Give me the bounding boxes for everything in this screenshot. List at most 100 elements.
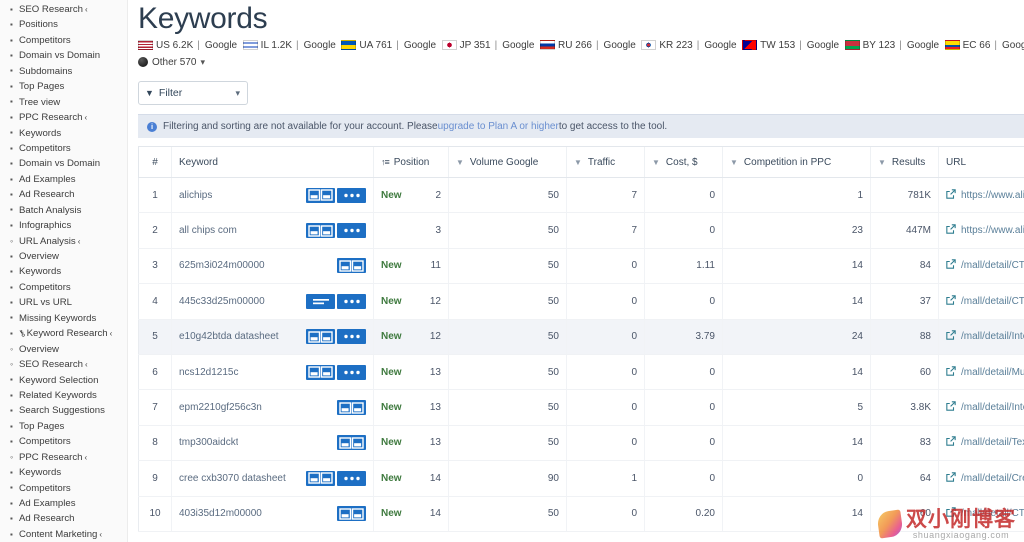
geo-entry-tw[interactable]: TW 153|Google bbox=[742, 40, 844, 51]
sidebar-item-keywords[interactable]: Keywords bbox=[0, 126, 127, 141]
url-link[interactable]: https://www.alichi bbox=[961, 190, 1024, 201]
compare-icon[interactable] bbox=[337, 400, 366, 415]
keyword-link[interactable]: all chips com bbox=[179, 225, 237, 236]
table-row[interactable]: 7epm2210gf256c3nNew13500053.8K/mall/deta… bbox=[139, 390, 1024, 425]
geo-entry-ua[interactable]: UA 761|Google bbox=[341, 40, 441, 51]
geo-entry-ru[interactable]: RU 266|Google bbox=[540, 40, 641, 51]
geo-entry-us[interactable]: US 6.2K|Google bbox=[138, 40, 243, 51]
filter-button[interactable]: ▼ Filter ▾ bbox=[138, 81, 248, 105]
sidebar-item-positions[interactable]: Positions bbox=[0, 17, 127, 32]
url-link[interactable]: https://www.alichi bbox=[961, 225, 1024, 236]
keyword-link[interactable]: 403i35d12m00000 bbox=[179, 508, 262, 519]
sidebar-item-ad-research[interactable]: Ad Research bbox=[0, 511, 127, 526]
sidebar-item-competitors[interactable]: Competitors bbox=[0, 481, 127, 496]
sidebar-item-related-keywords[interactable]: Related Keywords bbox=[0, 388, 127, 403]
sidebar-item-seo-research[interactable]: SEO Research‹ bbox=[0, 357, 127, 372]
sidebar-item-overview[interactable]: Overview bbox=[0, 342, 127, 357]
sidebar-item-competitors[interactable]: Competitors bbox=[0, 33, 127, 48]
sidebar-item-top-pages[interactable]: Top Pages bbox=[0, 79, 127, 94]
sidebar-item-overview[interactable]: Overview bbox=[0, 249, 127, 264]
table-row[interactable]: 6ncs12d1215cNew1350001460/mall/detail/Mu… bbox=[139, 354, 1024, 389]
compare-icon[interactable] bbox=[337, 258, 366, 273]
sidebar-item-url-vs-url[interactable]: URL vs URL bbox=[0, 295, 127, 310]
geo-entry-kr[interactable]: KR 223|Google bbox=[641, 40, 742, 51]
url-link[interactable]: /mall/detail/Murat bbox=[961, 367, 1024, 378]
keyword-link[interactable]: ncs12d1215c bbox=[179, 367, 239, 378]
sidebar-item-tree-view[interactable]: Tree view bbox=[0, 95, 127, 110]
sidebar-item-seo-research[interactable]: SEO Research‹ bbox=[0, 2, 127, 17]
table-row[interactable]: 10403i35d12m00000New145000.201460/mall/d… bbox=[139, 496, 1024, 531]
sidebar-item-top-pages[interactable]: Top Pages bbox=[0, 419, 127, 434]
sidebar-item-competitors[interactable]: Competitors bbox=[0, 434, 127, 449]
other-countries-toggle[interactable]: Other 570 ▾ bbox=[138, 54, 1024, 70]
url-link[interactable]: /mall/detail/Texas bbox=[961, 437, 1024, 448]
more-icon[interactable] bbox=[337, 294, 366, 309]
column-header-competition[interactable]: ▼Competition in PPC bbox=[723, 147, 871, 178]
keyword-link[interactable]: 445c33d25m00000 bbox=[179, 296, 265, 307]
table-row[interactable]: 5e10g42btda datasheetNew125003.792488/ma… bbox=[139, 319, 1024, 354]
list-icon[interactable] bbox=[306, 294, 335, 309]
sidebar-item-ad-examples[interactable]: Ad Examples bbox=[0, 496, 127, 511]
sidebar-item-ppc-research[interactable]: PPC Research‹ bbox=[0, 110, 127, 125]
sidebar-item-infographics[interactable]: Infographics bbox=[0, 218, 127, 233]
compare-icon[interactable] bbox=[306, 471, 335, 486]
compare-icon[interactable] bbox=[306, 365, 335, 380]
sidebar-item-ad-examples[interactable]: Ad Examples bbox=[0, 172, 127, 187]
compare-icon[interactable] bbox=[306, 188, 335, 203]
compare-icon[interactable] bbox=[337, 435, 366, 450]
sidebar-item-keyword-research[interactable]: ⚷Keyword Research‹ bbox=[0, 326, 127, 341]
keyword-link[interactable]: cree cxb3070 datasheet bbox=[179, 473, 286, 484]
keyword-link[interactable]: e10g42btda datasheet bbox=[179, 331, 279, 342]
geo-entry-jp[interactable]: JP 351|Google bbox=[442, 40, 540, 51]
more-icon[interactable] bbox=[337, 223, 366, 238]
sort-asc-desc-icon[interactable]: ↑≡ bbox=[381, 157, 389, 167]
table-row[interactable]: 1alichipsNew250701781Khttps://www.alichi bbox=[139, 178, 1024, 213]
keyword-link[interactable]: tmp300aidckt bbox=[179, 437, 238, 448]
url-link[interactable]: /mall/detail/CTS-4 bbox=[961, 508, 1024, 519]
table-row[interactable]: 3625m3i024m00000New115001.111484/mall/de… bbox=[139, 248, 1024, 283]
more-icon[interactable] bbox=[337, 365, 366, 380]
column-header-results[interactable]: ▼Results bbox=[871, 147, 939, 178]
sort-caret-icon[interactable]: ▼ bbox=[456, 158, 464, 167]
sidebar-item-keyword-selection[interactable]: Keyword Selection bbox=[0, 373, 127, 388]
geo-entry-il[interactable]: IL 1.2K|Google bbox=[243, 40, 342, 51]
geo-entry-by[interactable]: BY 123|Google bbox=[845, 40, 945, 51]
sort-caret-icon[interactable]: ▼ bbox=[652, 158, 660, 167]
sidebar-item-keywords[interactable]: Keywords bbox=[0, 264, 127, 279]
url-link[interactable]: /mall/detail/Cree-C bbox=[961, 473, 1024, 484]
more-icon[interactable] bbox=[337, 329, 366, 344]
sidebar-item-domain-vs-domain[interactable]: Domain vs Domain bbox=[0, 48, 127, 63]
url-link[interactable]: /mall/detail/CTS-4 bbox=[961, 296, 1024, 307]
column-header-volume[interactable]: ▼Volume Google bbox=[449, 147, 567, 178]
compare-icon[interactable] bbox=[306, 329, 335, 344]
geo-entry-ec[interactable]: EC 66|Google bbox=[945, 40, 1024, 51]
url-link[interactable]: /mall/detail/CTS-6 bbox=[961, 260, 1024, 271]
column-header-position[interactable]: ↑≡Position bbox=[374, 147, 449, 178]
sort-caret-icon[interactable]: ▼ bbox=[730, 158, 738, 167]
upgrade-link[interactable]: upgrade to Plan A or higher bbox=[438, 121, 559, 132]
more-icon[interactable] bbox=[337, 188, 366, 203]
sidebar-item-missing-keywords[interactable]: Missing Keywords bbox=[0, 311, 127, 326]
sidebar-item-domain-vs-domain[interactable]: Domain vs Domain bbox=[0, 156, 127, 171]
table-row[interactable]: 8tmp300aidcktNew1350001483/mall/detail/T… bbox=[139, 425, 1024, 460]
compare-icon[interactable] bbox=[337, 506, 366, 521]
sidebar-item-keywords[interactable]: Keywords bbox=[0, 465, 127, 480]
sidebar-item-url-analysis[interactable]: URL Analysis‹ bbox=[0, 234, 127, 249]
sidebar-item-content-marketing[interactable]: Content Marketing‹ bbox=[0, 527, 127, 542]
sidebar-item-competitors[interactable]: Competitors bbox=[0, 280, 127, 295]
compare-icon[interactable] bbox=[306, 223, 335, 238]
column-header-cost[interactable]: ▼Cost, $ bbox=[645, 147, 723, 178]
keyword-link[interactable]: alichips bbox=[179, 190, 212, 201]
sidebar-item-search-suggestions[interactable]: Search Suggestions bbox=[0, 403, 127, 418]
sidebar-item-competitors[interactable]: Competitors bbox=[0, 141, 127, 156]
sidebar-item-batch-analysis[interactable]: Batch Analysis bbox=[0, 203, 127, 218]
sidebar-item-ad-research[interactable]: Ad Research bbox=[0, 187, 127, 202]
sidebar-item-ppc-research[interactable]: PPC Research‹ bbox=[0, 450, 127, 465]
sort-caret-icon[interactable]: ▼ bbox=[574, 158, 582, 167]
table-row[interactable]: 4445c33d25m00000New1250001437/mall/detai… bbox=[139, 284, 1024, 319]
url-link[interactable]: /mall/detail/Intel-A bbox=[961, 402, 1024, 413]
keyword-link[interactable]: epm2210gf256c3n bbox=[179, 402, 262, 413]
table-row[interactable]: 2all chips com3507023447Mhttps://www.ali… bbox=[139, 213, 1024, 248]
table-row[interactable]: 9cree cxb3070 datasheetNew149010064/mall… bbox=[139, 461, 1024, 496]
keyword-link[interactable]: 625m3i024m00000 bbox=[179, 260, 265, 271]
